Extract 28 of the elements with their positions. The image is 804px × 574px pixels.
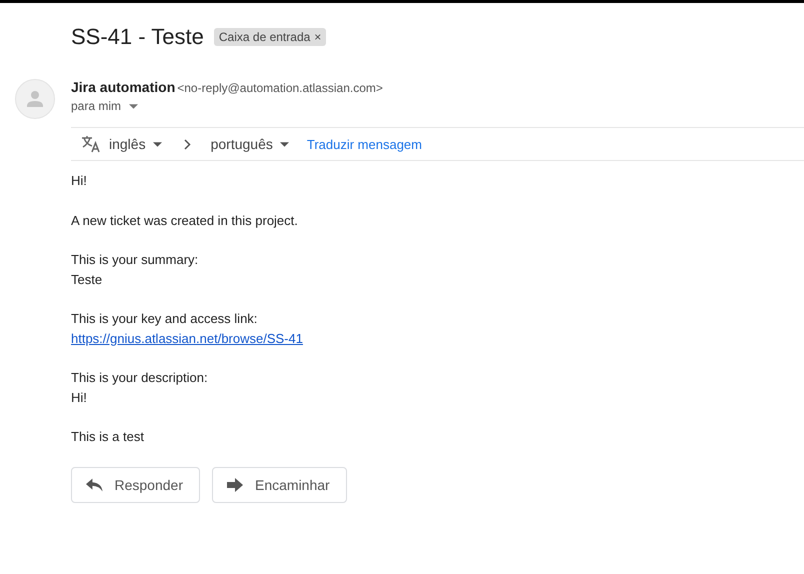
sender-email: <no-reply@automation.atlassian.com> xyxy=(177,81,383,95)
caret-icon[interactable] xyxy=(129,104,138,108)
message-text: Teste xyxy=(71,272,102,286)
caret-icon xyxy=(280,142,289,146)
message-text: A new ticket was created in this project. xyxy=(71,212,298,228)
message-text: This is a test xyxy=(71,429,144,444)
message-text: This is your summary: xyxy=(71,252,198,267)
recipient-text: para mim xyxy=(71,99,122,113)
avatar-icon xyxy=(15,79,55,119)
forward-icon xyxy=(227,478,243,492)
message-text: This is your description: xyxy=(71,370,208,385)
reply-button[interactable]: Responder xyxy=(71,466,200,502)
translate-link[interactable]: Traduzir mensagem xyxy=(306,136,422,152)
reply-icon xyxy=(86,478,102,492)
target-language-dropdown[interactable]: português xyxy=(210,136,289,152)
message-text: Hi! xyxy=(71,390,87,404)
caret-icon xyxy=(152,142,162,146)
forward-button[interactable]: Encaminhar xyxy=(212,466,347,502)
label-text: Caixa de entrada xyxy=(218,30,310,44)
email-subject: SS-41 - Teste xyxy=(71,24,204,50)
message-text: Hi! xyxy=(71,173,87,188)
ticket-link[interactable]: https://gnius.atlassian.net/browse/SS-41 xyxy=(71,330,303,346)
remove-label-button[interactable]: × xyxy=(314,30,322,44)
message-text: This is your key and access link: xyxy=(71,311,258,326)
chevron-right-icon xyxy=(184,138,191,150)
translate-icon xyxy=(81,135,101,153)
sender-name: Jira automation xyxy=(71,79,176,95)
source-language-dropdown[interactable]: inglês xyxy=(109,136,162,152)
